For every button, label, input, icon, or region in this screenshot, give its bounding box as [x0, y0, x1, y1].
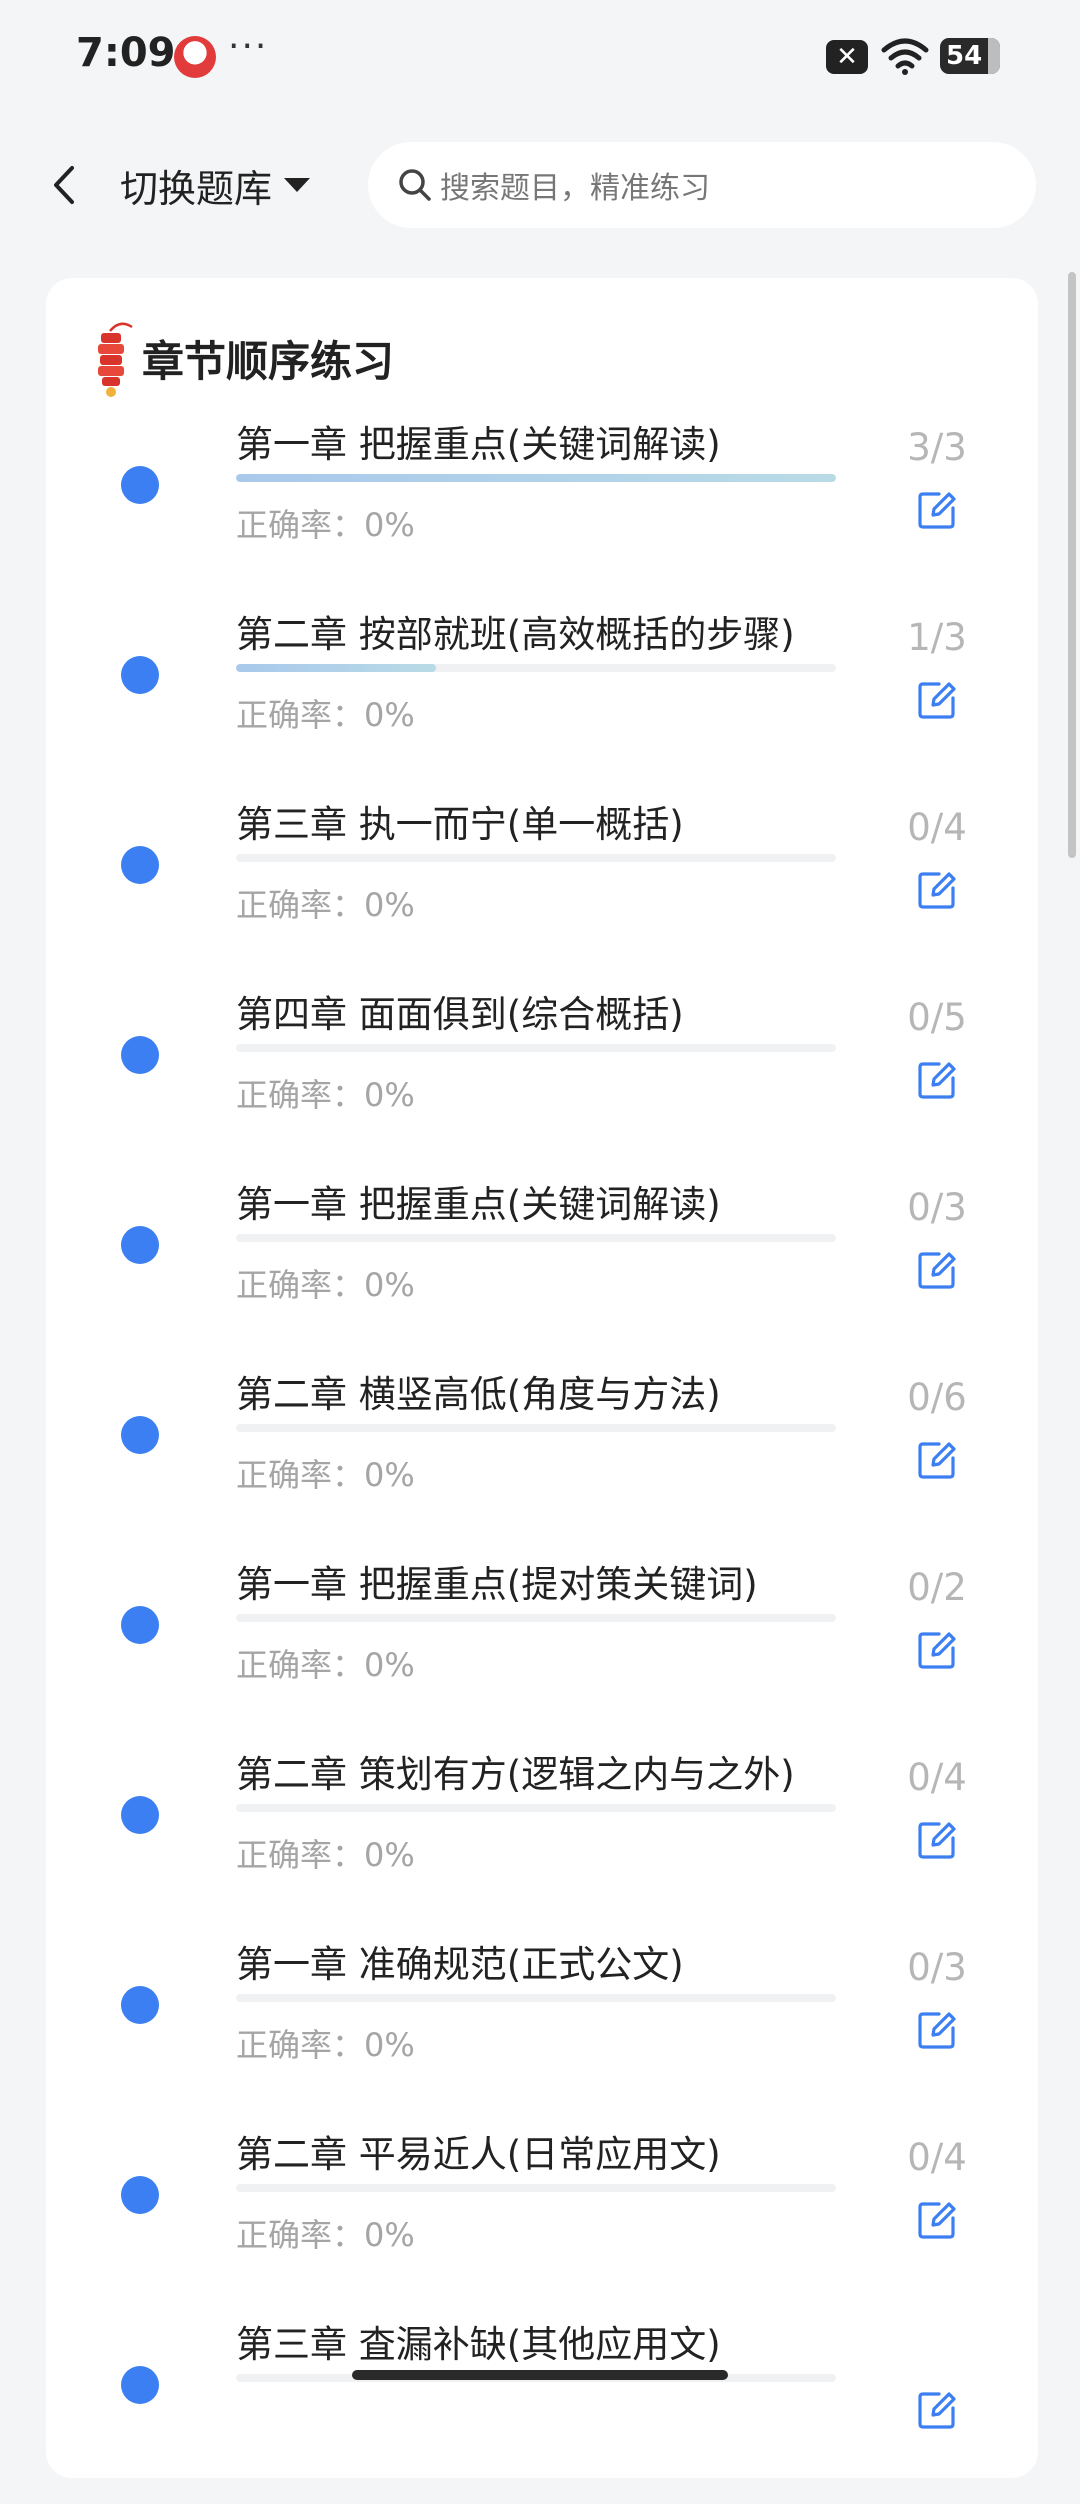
chapter-status-dot	[121, 2366, 159, 2404]
chapter-item[interactable]: 第二章 策划有方(逻辑之内与之外) 正确率：0% 0/4	[46, 1744, 1038, 1934]
chapter-title: 第二章 横竖高低(角度与方法)	[236, 1373, 721, 1416]
chapter-accuracy: 正确率：0%	[236, 886, 415, 924]
chapter-status-dot	[121, 2176, 159, 2214]
edit-icon[interactable]	[915, 1248, 959, 1292]
home-indicator[interactable]	[352, 2370, 728, 2380]
switch-bank-label: 切换题库	[120, 166, 273, 211]
edit-icon[interactable]	[915, 868, 959, 912]
search-placeholder: 搜索题目，精准练习	[440, 171, 710, 206]
chapter-count: 0/5	[907, 996, 967, 1039]
chapter-item[interactable]: 第二章 按部就班(高效概括的步骤) 正确率：0% 1/3	[46, 604, 1038, 794]
edit-icon[interactable]	[915, 1438, 959, 1482]
chapter-progress-bar	[236, 1804, 836, 1812]
status-bar: 7:09 ··· ✕ 54	[0, 0, 1080, 120]
search-icon	[399, 169, 431, 201]
chapter-status-dot	[121, 1606, 159, 1644]
chapter-title: 第一章 把握重点(提对策关键词)	[236, 1563, 758, 1606]
edit-icon[interactable]	[915, 2388, 959, 2432]
chapter-progress-fill	[236, 664, 436, 672]
caret-down-icon	[284, 178, 311, 192]
chapter-count: 0/3	[907, 1186, 967, 1229]
wifi-icon	[881, 38, 929, 75]
edit-icon[interactable]	[915, 1628, 959, 1672]
chapter-practice-card: 章节顺序练习 第一章 把握重点(关键词解读) 正确率：0% 3/3 第二章 按部…	[46, 278, 1038, 2478]
section-title: 章节顺序练习	[142, 336, 395, 386]
chapter-progress-bar	[236, 1614, 836, 1622]
chapter-accuracy: 正确率：0%	[236, 2216, 415, 2254]
chapter-status-dot	[121, 1036, 159, 1074]
chapter-status-dot	[121, 466, 159, 504]
chapter-title: 第三章 査漏补缺(其他应用文)	[236, 2323, 721, 2366]
edit-icon[interactable]	[915, 1058, 959, 1102]
edit-icon[interactable]	[915, 1818, 959, 1862]
chapter-status-dot	[121, 1796, 159, 1834]
chapter-title: 第二章 平易近人(日常应用文)	[236, 2133, 721, 2176]
chapter-item[interactable]: 第一章 把握重点(关键词解读) 正确率：0% 0/3	[46, 1174, 1038, 1364]
chapter-progress-bar	[236, 2184, 836, 2192]
chapter-progress-bar	[236, 854, 836, 862]
search-input[interactable]: 搜索题目，精准练习	[368, 142, 1036, 228]
chapter-count: 3/3	[907, 426, 967, 469]
chapter-title: 第四章 面面俱到(综合概括)	[236, 993, 684, 1036]
chapter-count: 0/4	[907, 1756, 967, 1799]
edit-icon[interactable]	[915, 678, 959, 722]
chapter-progress-bar	[236, 474, 836, 482]
chapter-title: 第一章 把握重点(关键词解读)	[236, 423, 721, 466]
back-arrow-icon[interactable]	[40, 160, 90, 210]
chapter-count: 0/6	[907, 1376, 967, 1419]
more-notifications-icon: ···	[228, 26, 269, 67]
chapter-progress-bar	[236, 1044, 836, 1052]
chapter-count: 0/4	[907, 2136, 967, 2179]
header: 切换题库 搜索题目，精准练习	[0, 120, 1080, 250]
firecracker-icon	[98, 322, 133, 397]
chapter-status-dot	[121, 1226, 159, 1264]
chapter-progress-fill	[236, 474, 836, 482]
chapter-status-dot	[121, 1416, 159, 1454]
section-header: 章节顺序练习	[86, 318, 394, 398]
chapter-list: 第一章 把握重点(关键词解读) 正确率：0% 3/3 第二章 按部就班(高效概括…	[46, 414, 1038, 2504]
chapter-count: 0/3	[907, 1946, 967, 1989]
chapter-item[interactable]: 第一章 把握重点(提对策关键词) 正确率：0% 0/2	[46, 1554, 1038, 1744]
chapter-count: 0/2	[907, 1566, 967, 1609]
chapter-accuracy: 正确率：0%	[236, 2026, 415, 2064]
battery-level: 54	[946, 41, 983, 71]
chapter-item[interactable]: 第三章 査漏补缺(其他应用文)	[46, 2314, 1038, 2504]
app-icon	[174, 36, 216, 78]
chapter-status-dot	[121, 846, 159, 884]
chapter-progress-bar	[236, 1234, 836, 1242]
chapter-title: 第三章 执一而宁(单一概括)	[236, 803, 684, 846]
close-badge-icon: ✕	[826, 40, 868, 74]
chapter-count: 0/4	[907, 806, 967, 849]
switch-question-bank-dropdown[interactable]: 切换题库	[120, 158, 311, 212]
chapter-progress-bar	[236, 1994, 836, 2002]
chapter-progress-bar	[236, 664, 836, 672]
edit-icon[interactable]	[915, 2198, 959, 2242]
chapter-accuracy: 正确率：0%	[236, 696, 415, 734]
chapter-title: 第一章 准确规范(正式公文)	[236, 1943, 684, 1986]
chapter-item[interactable]: 第四章 面面俱到(综合概括) 正确率：0% 0/5	[46, 984, 1038, 1174]
chapter-accuracy: 正确率：0%	[236, 1076, 415, 1114]
chapter-accuracy: 正确率：0%	[236, 1266, 415, 1304]
chapter-accuracy: 正确率：0%	[236, 1646, 415, 1684]
chapter-accuracy: 正确率：0%	[236, 506, 415, 544]
chapter-item[interactable]: 第二章 平易近人(日常应用文) 正确率：0% 0/4	[46, 2124, 1038, 2314]
chapter-status-dot	[121, 656, 159, 694]
edit-icon[interactable]	[915, 2008, 959, 2052]
chapter-item[interactable]: 第一章 准确规范(正式公文) 正确率：0% 0/3	[46, 1934, 1038, 2124]
chapter-status-dot	[121, 1986, 159, 2024]
status-time: 7:09	[76, 30, 176, 76]
chapter-item[interactable]: 第三章 执一而宁(单一概括) 正确率：0% 0/4	[46, 794, 1038, 984]
chapter-title: 第二章 按部就班(高效概括的步骤)	[236, 613, 795, 656]
chapter-accuracy: 正确率：0%	[236, 1836, 415, 1874]
chapter-progress-bar	[236, 1424, 836, 1432]
chapter-item[interactable]: 第一章 把握重点(关键词解读) 正确率：0% 3/3	[46, 414, 1038, 604]
scrollbar[interactable]	[1068, 272, 1076, 858]
chapter-accuracy: 正确率：0%	[236, 1456, 415, 1494]
chapter-item[interactable]: 第二章 横竖高低(角度与方法) 正确率：0% 0/6	[46, 1364, 1038, 1554]
chapter-title: 第一章 把握重点(关键词解读)	[236, 1183, 721, 1226]
battery-icon: 54	[940, 38, 1000, 74]
chapter-count: 1/3	[907, 616, 967, 659]
edit-icon[interactable]	[915, 488, 959, 532]
chapter-title: 第二章 策划有方(逻辑之内与之外)	[236, 1753, 795, 1796]
